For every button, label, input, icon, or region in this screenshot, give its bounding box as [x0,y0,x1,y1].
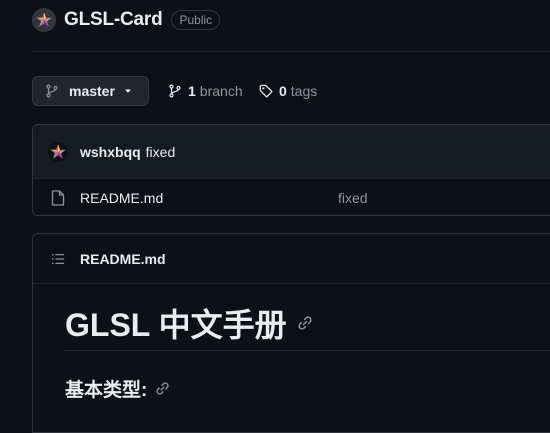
branch-name: master [69,83,115,99]
readme-heading-3: 基本类型: [65,375,170,402]
file-row[interactable]: README.md fixed [33,179,550,215]
link-icon[interactable] [155,381,170,396]
link-icon[interactable] [297,315,313,331]
repo-name-link[interactable]: GLSL-Card [64,9,163,31]
heading-rule [65,350,550,351]
colorful-star-icon [36,12,52,27]
visibility-badge: Public [171,10,221,30]
git-branch-icon [46,84,58,98]
readme-header: README.md [33,234,550,284]
branches-link[interactable]: 1 branch [168,76,243,106]
tag-icon [259,84,273,98]
header-divider [32,51,550,52]
repo-owner-avatar[interactable] [32,8,56,32]
repo-header: GLSL-Card Public [32,8,221,32]
colorful-star-icon [50,144,66,159]
commit-author-link[interactable]: wshxbqq [80,144,141,160]
branch-select-button[interactable]: master [32,76,149,106]
commit-message-link[interactable]: fixed [146,144,176,160]
branches-count: 1 [188,83,196,99]
readme-heading-1: GLSL 中文手册 [65,300,313,346]
readme-heading-1-text: GLSL 中文手册 [65,307,287,343]
readme-file-link[interactable]: README.md [80,251,166,267]
latest-commit-row: wshxbqq fixed [33,125,550,179]
file-list: wshxbqq fixed README.md fixed [32,124,550,216]
readme-panel: README.md GLSL 中文手册 基本类型: [32,233,550,433]
tags-label: tags [290,83,318,99]
list-unordered-icon[interactable] [51,252,65,266]
commit-author-avatar[interactable] [48,141,68,162]
tags-link[interactable]: 0 tags [259,76,317,106]
branches-label: branch [199,83,243,99]
file-icon [51,190,65,206]
git-branch-icon [169,84,181,98]
file-commit-message-link[interactable]: fixed [338,190,368,206]
file-name-link[interactable]: README.md [80,190,163,206]
readme-heading-3-text: 基本类型: [65,380,148,401]
tags-count: 0 [279,83,287,99]
caret-down-icon [124,89,131,93]
